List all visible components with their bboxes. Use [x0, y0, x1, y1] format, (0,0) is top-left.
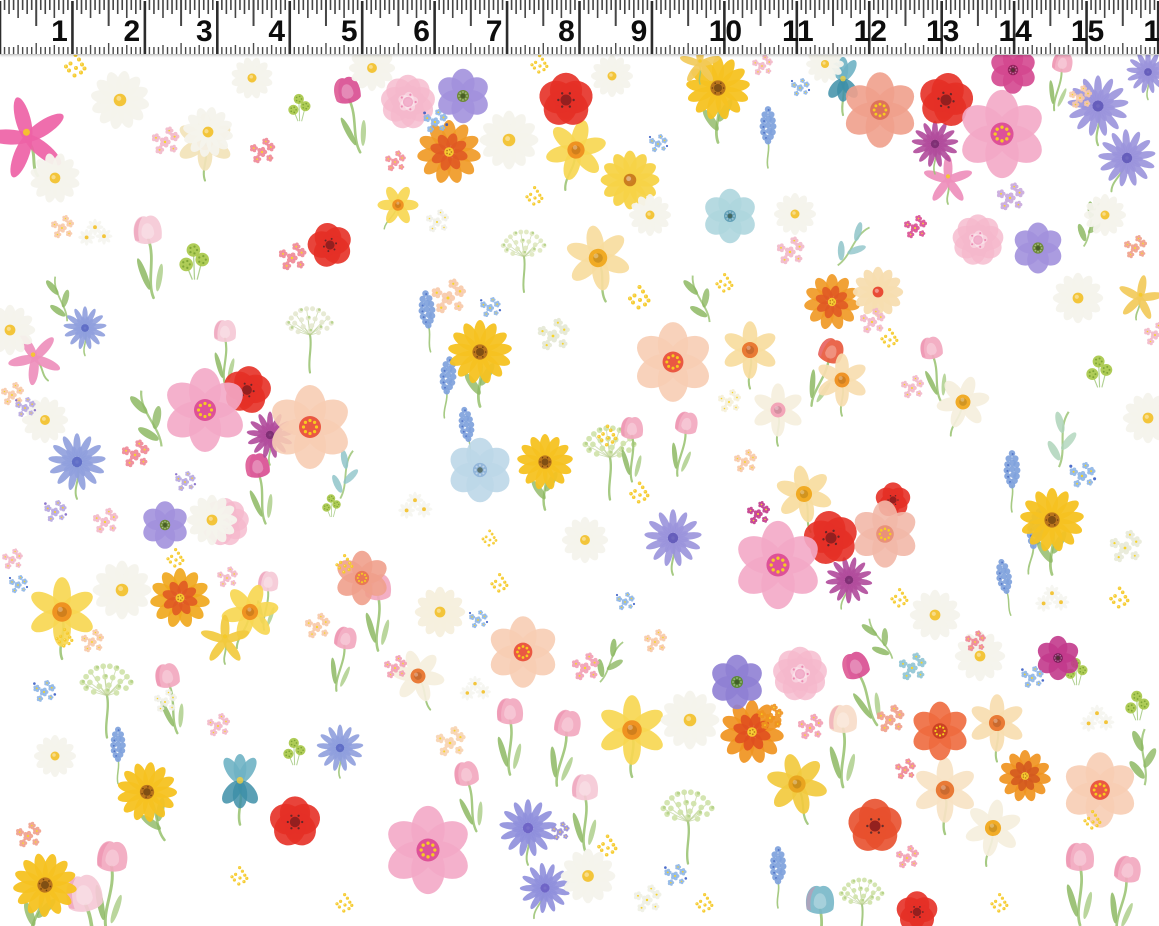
- ruler-number: 16: [1143, 15, 1159, 48]
- ruler-number: 13: [926, 15, 959, 48]
- ruler: 12345678910111213141516: [0, 0, 1159, 55]
- ruler-number: 11: [782, 15, 814, 48]
- ruler-number: 10: [709, 15, 742, 48]
- fabric-print-art: [0, 0, 1159, 926]
- ruler-number: 8: [558, 15, 575, 48]
- ruler-number: 4: [268, 15, 285, 48]
- ruler-art: 12345678910111213141516: [0, 0, 1159, 55]
- ruler-number: 12: [854, 15, 887, 48]
- ruler-number: 2: [124, 15, 141, 48]
- fabric-print: [0, 0, 1159, 926]
- ruler-number: 5: [341, 15, 358, 48]
- ruler-number: 3: [196, 15, 213, 48]
- ruler-number: 7: [486, 15, 503, 48]
- ruler-number: 6: [413, 15, 430, 48]
- ruler-number: 1: [51, 15, 68, 48]
- fabric-swatch-photo: 12345678910111213141516: [0, 0, 1159, 926]
- ruler-number: 14: [998, 15, 1032, 48]
- ruler-number: 15: [1071, 15, 1104, 48]
- ruler-number: 9: [631, 15, 648, 48]
